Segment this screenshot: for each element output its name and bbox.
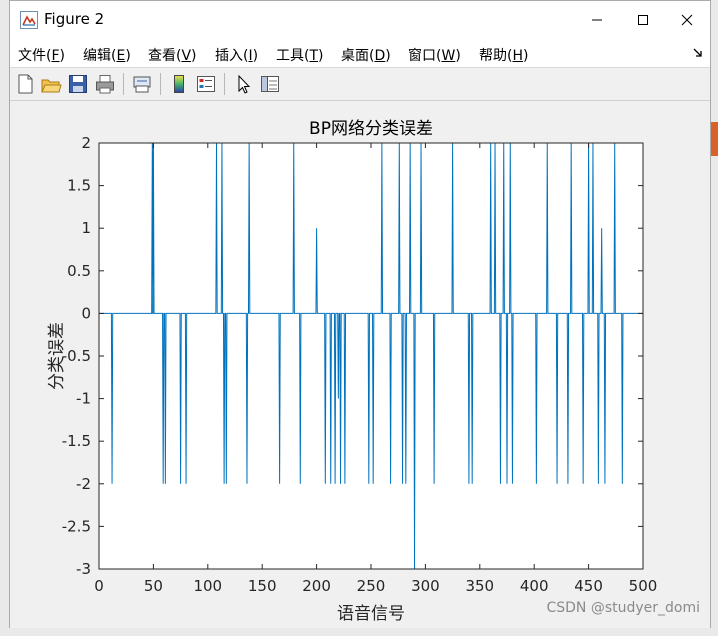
y-tick-label: -1.5 (62, 432, 91, 450)
maximize-icon (638, 15, 648, 25)
toolbar-separator (160, 73, 161, 95)
maximize-button[interactable] (620, 1, 666, 39)
print-preview-icon[interactable] (131, 73, 153, 95)
menu-help[interactable]: 帮助(H) (479, 45, 528, 65)
plot-svg[interactable]: BP网络分类误差 0 50 100 150 200 250 300 350 400 450 500 … (10, 101, 710, 628)
y-tick-label: 0 (81, 304, 91, 322)
y-tick-label: -1 (76, 390, 91, 408)
window-title: Figure 2 (44, 10, 105, 28)
y-tick-label: 1.5 (67, 177, 91, 195)
legend-icon[interactable] (195, 73, 217, 95)
pointer-icon[interactable] (232, 73, 254, 95)
save-icon[interactable] (67, 73, 89, 95)
figure-toolbar (10, 68, 710, 101)
y-tick-label: 1 (81, 219, 91, 237)
x-tick-label: 250 (357, 577, 386, 595)
x-tick-label: 0 (94, 577, 104, 595)
menu-insert[interactable]: 插入(I) (215, 45, 258, 65)
x-tick-label: 200 (302, 577, 331, 595)
x-tick-label: 50 (144, 577, 163, 595)
close-icon (681, 14, 693, 26)
chart-title: BP网络分类误差 (309, 119, 433, 139)
x-tick-label: 450 (574, 577, 603, 595)
menu-file[interactable]: 文件(F) (18, 45, 65, 65)
x-tick-label: 300 (411, 577, 440, 595)
y-axis-label: 分类误差 (47, 322, 67, 390)
x-tick-label: 150 (248, 577, 277, 595)
y-tick-label: -2.5 (62, 517, 91, 535)
y-tick-label: 2 (81, 134, 91, 152)
y-tick-label: 0.5 (67, 262, 91, 280)
x-tick-label: 100 (193, 577, 222, 595)
menu-bar: 文件(F) 编辑(E) 查看(V) 插入(I) 工具(T) 桌面(D) 窗口(W… (10, 39, 710, 68)
open-file-icon[interactable] (40, 73, 62, 95)
toolbar-separator (123, 73, 124, 95)
menu-view[interactable]: 查看(V) (148, 45, 197, 65)
dock-arrow-icon[interactable] (692, 47, 704, 59)
x-tick-label: 350 (465, 577, 494, 595)
figure-window: Figure 2 文件(F) 编辑(E) 查看(V) 插入(I) 工具(T) 桌… (9, 0, 711, 628)
new-figure-icon[interactable] (14, 73, 36, 95)
figure-canvas[interactable]: BP网络分类误差 0 50 100 150 200 250 300 350 400 450 500 … (10, 101, 710, 628)
x-tick-label: 400 (520, 577, 549, 595)
matlab-figure-icon (20, 11, 38, 29)
property-inspector-icon[interactable] (259, 73, 281, 95)
close-button[interactable] (664, 1, 710, 39)
x-axis-label: 语音信号 (337, 604, 405, 624)
watermark: CSDN @studyer_domi (546, 600, 700, 616)
menu-tools[interactable]: 工具(T) (276, 45, 324, 65)
print-icon[interactable] (94, 73, 116, 95)
menu-window[interactable]: 窗口(W) (408, 45, 461, 65)
minimize-icon (592, 19, 602, 21)
colorbar-icon[interactable] (168, 73, 190, 95)
minimize-button[interactable] (574, 1, 620, 39)
y-tick-label: -2 (76, 475, 91, 493)
y-tick-label: -3 (76, 560, 91, 578)
toolbar-separator (224, 73, 225, 95)
menu-desktop[interactable]: 桌面(D) (341, 45, 391, 65)
title-bar[interactable]: Figure 2 (10, 1, 710, 39)
x-tick-label: 500 (629, 577, 658, 595)
menu-edit[interactable]: 编辑(E) (83, 45, 131, 65)
